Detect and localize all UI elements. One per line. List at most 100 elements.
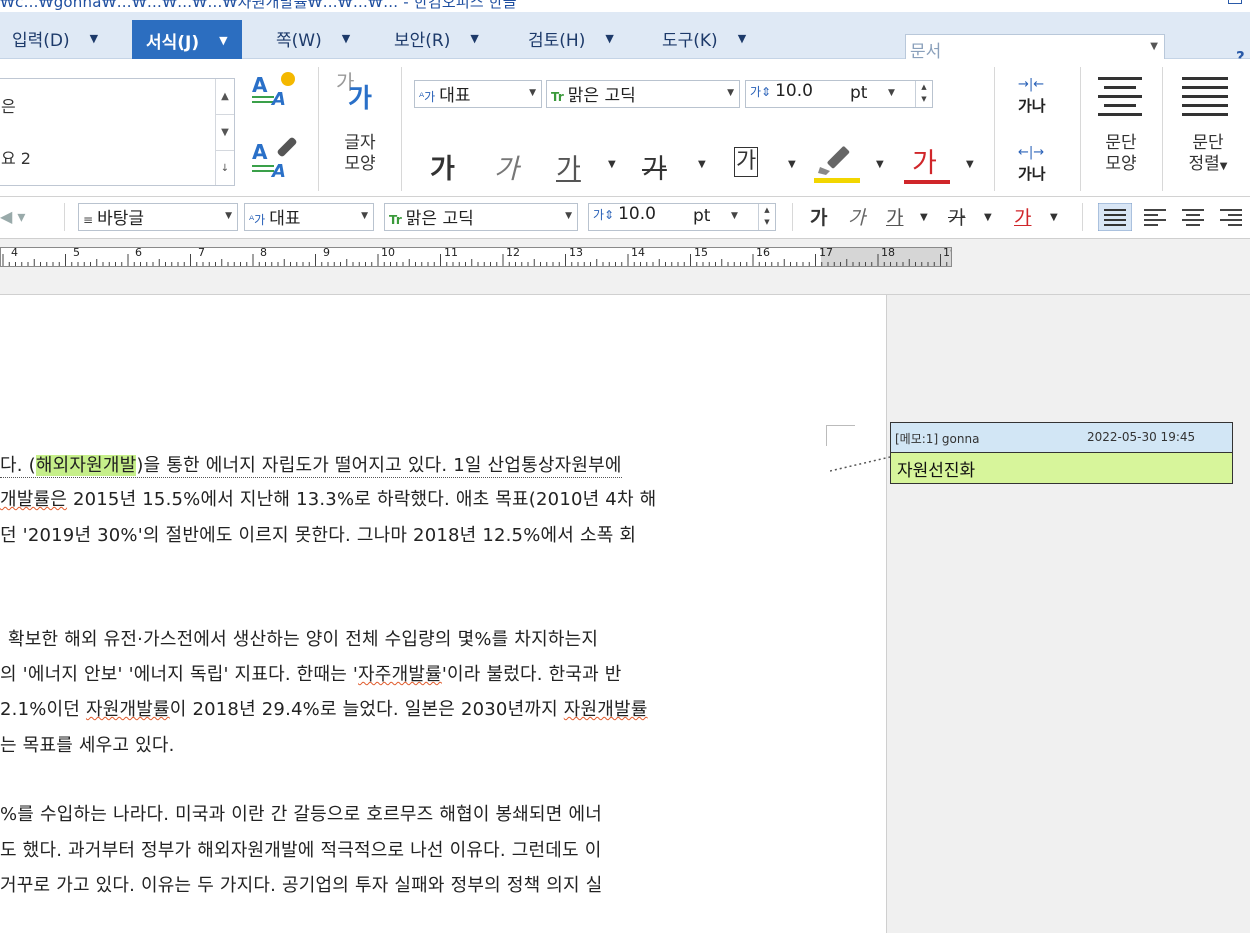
chevron-down-icon[interactable]: ▼ [90, 32, 98, 45]
horizontal-ruler[interactable]: 4 5 6 7 8 9 10 11 12 13 14 15 16 17 18 1… [0, 247, 952, 267]
chevron-down-icon[interactable]: ▼ [219, 34, 227, 47]
scroll-up-icon[interactable]: ▲ [216, 79, 234, 115]
spellcheck-word: 자원개발률 [563, 699, 648, 720]
style-gallery[interactable]: 은 요 2 ▲ ▼ ↓ [0, 78, 235, 186]
font-size-input[interactable]: 가⇕ 10.0 pt ▼ ▲ ▼ [745, 80, 933, 108]
bold-button[interactable]: 가 [430, 147, 455, 186]
font-select[interactable]: Tr 맑은 고딕 ▼ [384, 203, 578, 231]
undo-icon[interactable]: ◀ ▾ [0, 207, 25, 226]
paragraph-align-icon[interactable] [1180, 73, 1230, 117]
ruler-number: 11 [444, 247, 458, 259]
outline-button[interactable]: 가 [734, 147, 759, 177]
svg-text:가: 가 [348, 84, 372, 114]
memo-box[interactable]: [메모:1] gonna 2022-05-30 19:45 자원선진화 [890, 422, 1233, 484]
chevron-down-icon[interactable]: ▼ [1220, 161, 1228, 172]
font-size-input[interactable]: 가⇕ 10.0 pt ▼ ▲ ▼ [588, 203, 776, 231]
char-shape-icon[interactable]: 가 가 [334, 67, 386, 115]
narrow-spacing-icon[interactable]: →|← [1018, 77, 1044, 92]
style-item[interactable]: 은 [1, 93, 16, 117]
paragraph-align-button[interactable]: 문단 정렬▼ [1178, 133, 1238, 177]
font-color-button[interactable]: 가 [1014, 203, 1031, 230]
memo-anchor-text[interactable]: 해외자원개발 [35, 455, 137, 476]
chevron-down-icon[interactable]: ▼ [788, 159, 796, 170]
underline-button[interactable]: 가 [556, 147, 581, 186]
text-run: '이라 불렀다. 한국과 반 [441, 664, 622, 685]
document-search-input[interactable]: 문서 ▼ [905, 34, 1165, 62]
font-size-stepper[interactable]: ▲ ▼ [915, 81, 932, 107]
char-shape-button[interactable]: 글자 모양 [330, 133, 390, 175]
text-area-corner [826, 425, 855, 446]
chevron-down-icon[interactable]: ▼ [738, 32, 746, 45]
language-select[interactable]: ᴬ가 대표 ▼ [244, 203, 374, 231]
chevron-down-icon[interactable]: ▼ [888, 88, 895, 98]
strikethrough-button[interactable]: 가 [642, 147, 667, 186]
wide-spacing-button[interactable]: 가나 [1018, 163, 1046, 184]
chevron-down-icon[interactable]: ▼ [920, 212, 928, 223]
chevron-down-icon[interactable]: ▼ [1150, 41, 1158, 52]
ruler-area: 4 5 6 7 8 9 10 11 12 13 14 15 16 17 18 1… [0, 239, 1250, 295]
wide-spacing-icon[interactable]: ←|→ [1018, 145, 1044, 160]
align-right-icon[interactable] [1216, 203, 1246, 231]
gallery-more-icon[interactable]: ↓ [216, 151, 234, 186]
chevron-down-icon[interactable]: ▼ [565, 211, 572, 221]
chevron-down-icon[interactable]: ▼ [470, 32, 478, 45]
doc-line: 는 목표를 세우고 있다. [0, 735, 175, 756]
document-page[interactable]: 다. (해외자원개발)을 통한 에너지 자립도가 떨어지고 있다. 1일 산업통… [0, 295, 886, 933]
chevron-down-icon[interactable]: ▼ [342, 32, 350, 45]
chevron-down-icon[interactable]: ▼ [984, 212, 992, 223]
chevron-down-icon[interactable]: ▼ [1050, 212, 1058, 223]
strikethrough-button[interactable]: 가 [948, 203, 965, 230]
chevron-down-icon[interactable]: ▼ [361, 211, 368, 221]
language-select[interactable]: ᴬ가 대표 ▼ [414, 80, 542, 108]
align-left-icon[interactable] [1140, 203, 1170, 231]
menu-page[interactable]: 쪽(W) ▼ [276, 27, 350, 51]
paragraph-shape-icon[interactable] [1096, 73, 1144, 117]
menu-tools[interactable]: 도구(K) ▼ [662, 27, 746, 51]
paragraph-shape-button[interactable]: 문단 모양 [1092, 133, 1150, 175]
font-value: 맑은 고딕 [567, 86, 636, 106]
separator [1082, 203, 1083, 231]
maximize-icon[interactable] [1228, 0, 1242, 4]
menu-insert[interactable]: 입력(D) ▼ [12, 27, 98, 51]
separator [792, 203, 793, 231]
doc-line: 확보한 해외 유전·가스전에서 생산하는 양이 전체 수입량의 몇%를 차지하는… [8, 629, 599, 650]
chevron-down-icon[interactable]: ▼ [605, 32, 613, 45]
memo-content[interactable]: 자원선진화 [897, 456, 975, 481]
char-shape-label: 모양 [344, 154, 376, 174]
doc-line: 2.1%이던 자원개발률이 2018년 29.4%로 늘었다. 일본은 2030… [0, 695, 648, 721]
chevron-down-icon[interactable]: ▼ [225, 211, 232, 221]
chevron-down-icon[interactable]: ▼ [608, 159, 616, 170]
chevron-down-icon[interactable]: ▼ [727, 88, 734, 98]
underline-button[interactable]: 가 [886, 203, 903, 230]
style-eyedropper-icon[interactable]: A A [250, 135, 304, 185]
font-size-unit: pt [693, 206, 711, 226]
bold-button[interactable]: 가 [810, 203, 827, 230]
chevron-down-icon[interactable]: ▼ [698, 159, 706, 170]
highlighter-icon[interactable] [814, 141, 862, 185]
font-select[interactable]: Tr 맑은 고딕 ▼ [546, 80, 740, 108]
ruler-number: 10 [381, 247, 395, 259]
text-run: 이 2018년 29.4%로 늘었다. 일본은 2030년까지 [169, 699, 564, 720]
menu-review[interactable]: 검토(H) ▼ [528, 27, 614, 51]
chevron-down-icon[interactable]: ▼ [876, 159, 884, 170]
align-center-icon[interactable] [1178, 203, 1208, 231]
italic-button[interactable]: 가 [848, 203, 865, 230]
narrow-spacing-button[interactable]: 가나 [1018, 95, 1046, 116]
scroll-down-icon[interactable]: ▼ [216, 115, 234, 151]
menu-format[interactable]: 서식(J) ▼ [132, 20, 242, 60]
font-size-stepper[interactable]: ▲ ▼ [758, 204, 775, 230]
align-justify-icon[interactable] [1098, 203, 1132, 231]
ruler-number: 5 [73, 247, 80, 259]
font-color-button[interactable]: 가 [912, 141, 937, 180]
paragraph-style-select[interactable]: ≡ 바탕글 ▼ [78, 203, 238, 231]
chevron-down-icon[interactable]: ▼ [731, 211, 738, 221]
style-add-icon[interactable]: A A [250, 68, 304, 108]
style-item[interactable]: 요 2 [1, 145, 31, 169]
chevron-down-icon[interactable]: ▼ [529, 88, 536, 98]
language-icon: ᴬ가 [419, 90, 436, 104]
italic-button[interactable]: 가 [494, 147, 519, 186]
font-color-swatch [904, 180, 950, 184]
chevron-down-icon[interactable]: ▼ [966, 159, 974, 170]
gallery-scrollbar[interactable]: ▲ ▼ ↓ [215, 79, 234, 185]
menu-security[interactable]: 보안(R) ▼ [394, 27, 479, 51]
